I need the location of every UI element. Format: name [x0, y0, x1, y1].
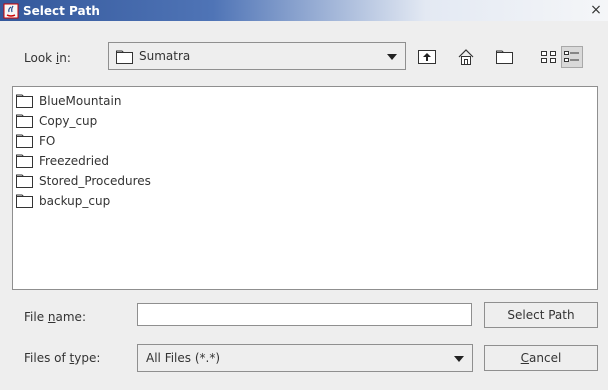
- up-one-level-button[interactable]: [416, 46, 438, 68]
- files-of-type-label: Files of type:: [24, 351, 101, 365]
- files-of-type-combo[interactable]: All Files (*.*): [137, 344, 473, 372]
- new-folder-button[interactable]: [494, 46, 516, 68]
- title-bar[interactable]: Select Path ×: [0, 0, 608, 21]
- file-list-item[interactable]: FO: [16, 131, 55, 151]
- file-name-text: BlueMountain: [39, 94, 122, 108]
- file-name-text: FO: [39, 134, 56, 148]
- look-in-combo[interactable]: Sumatra: [108, 42, 406, 70]
- folder-icon: [16, 174, 33, 188]
- list-view-icon: [541, 51, 556, 63]
- folder-icon: [16, 194, 33, 208]
- file-name-text: Copy_cup: [39, 114, 98, 128]
- chevron-down-icon: [387, 54, 397, 60]
- new-folder-icon: [496, 50, 513, 64]
- folder-icon: [16, 114, 33, 128]
- home-button[interactable]: [455, 46, 477, 68]
- folder-icon: [16, 134, 33, 148]
- java-app-icon: [3, 3, 19, 18]
- file-list-item[interactable]: backup_cup: [16, 191, 110, 211]
- file-list-item[interactable]: BlueMountain: [16, 91, 121, 111]
- details-view-icon: [564, 51, 579, 62]
- window-title: Select Path: [23, 3, 100, 18]
- details-view-button[interactable]: [561, 46, 583, 68]
- folder-icon: [116, 50, 133, 64]
- look-in-value: Sumatra: [139, 49, 191, 63]
- cancel-button[interactable]: Cancel: [484, 345, 598, 371]
- file-name-label: File name:: [24, 310, 86, 324]
- folder-icon: [16, 154, 33, 168]
- file-list-item[interactable]: Stored_Procedures: [16, 171, 151, 191]
- look-in-label: Look in:: [24, 51, 71, 65]
- file-name-input[interactable]: [137, 303, 472, 326]
- chevron-down-icon: [454, 356, 464, 362]
- home-icon: [458, 49, 474, 65]
- file-list-item[interactable]: Copy_cup: [16, 111, 97, 131]
- close-icon[interactable]: ×: [588, 2, 604, 18]
- file-name-text: Freezedried: [39, 154, 110, 168]
- list-view-button[interactable]: [538, 46, 560, 68]
- up-one-level-icon: [418, 50, 436, 64]
- files-of-type-value: All Files (*.*): [146, 351, 221, 365]
- select-path-button[interactable]: Select Path: [484, 302, 598, 328]
- file-list[interactable]: BlueMountain Copy_cup FO Freezedried Stored_…: [12, 86, 598, 290]
- file-name-text: backup_cup: [39, 194, 111, 208]
- folder-icon: [16, 94, 33, 108]
- file-name-text: Stored_Procedures: [39, 174, 151, 188]
- file-list-item[interactable]: Freezedried: [16, 151, 109, 171]
